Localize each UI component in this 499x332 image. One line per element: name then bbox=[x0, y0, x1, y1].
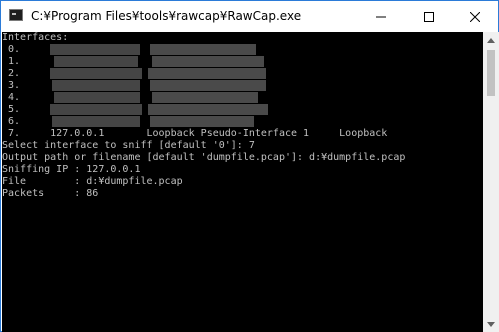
scroll-down-arrow-icon bbox=[487, 321, 495, 327]
console-line: 1. bbox=[2, 56, 21, 67]
vertical-scrollbar[interactable] bbox=[483, 32, 499, 332]
console-app-icon[interactable] bbox=[9, 9, 23, 21]
console-line: Interfaces: bbox=[2, 32, 69, 43]
window-title: C:¥Program Files¥tools¥rawcap¥RawCap.exe bbox=[31, 9, 302, 23]
console-line: 7. 127.0.0.1 Loopback Pseudo-Interface 1… bbox=[2, 128, 388, 139]
scroll-down-button[interactable] bbox=[483, 316, 499, 332]
scroll-up-arrow-icon bbox=[487, 37, 495, 43]
console-output[interactable]: Interfaces: 0. 1. 2. 3. 4. 5. 6. 7. 127.… bbox=[2, 32, 483, 332]
console-line: 4. bbox=[2, 92, 21, 103]
maximize-icon bbox=[424, 11, 434, 22]
console-line: 2. bbox=[2, 68, 21, 79]
close-button[interactable] bbox=[452, 1, 498, 32]
console-line: File : d:¥dumpfile.pcap bbox=[2, 176, 183, 187]
minimize-button[interactable] bbox=[358, 1, 404, 32]
console-window: C:¥Program Files¥tools¥rawcap¥RawCap.exe… bbox=[0, 0, 499, 332]
close-icon bbox=[470, 11, 480, 22]
console-line: Select interface to sniff [default '0']:… bbox=[2, 140, 255, 151]
console-line: 0. bbox=[2, 44, 21, 55]
maximize-button[interactable] bbox=[406, 1, 452, 32]
console-line: Sniffing IP : 127.0.0.1 bbox=[2, 164, 141, 175]
console-line: 3. bbox=[2, 80, 21, 91]
minimize-icon bbox=[376, 16, 386, 17]
console-line: Packets : 86 bbox=[2, 188, 99, 199]
console-line: 6. bbox=[2, 116, 21, 127]
scroll-up-button[interactable] bbox=[483, 32, 499, 48]
scrollbar-thumb[interactable] bbox=[487, 50, 495, 96]
title-bar[interactable]: C:¥Program Files¥tools¥rawcap¥RawCap.exe bbox=[1, 1, 498, 32]
console-line: Output path or filename [default 'dumpfi… bbox=[2, 152, 406, 163]
console-line: 5. bbox=[2, 104, 21, 115]
